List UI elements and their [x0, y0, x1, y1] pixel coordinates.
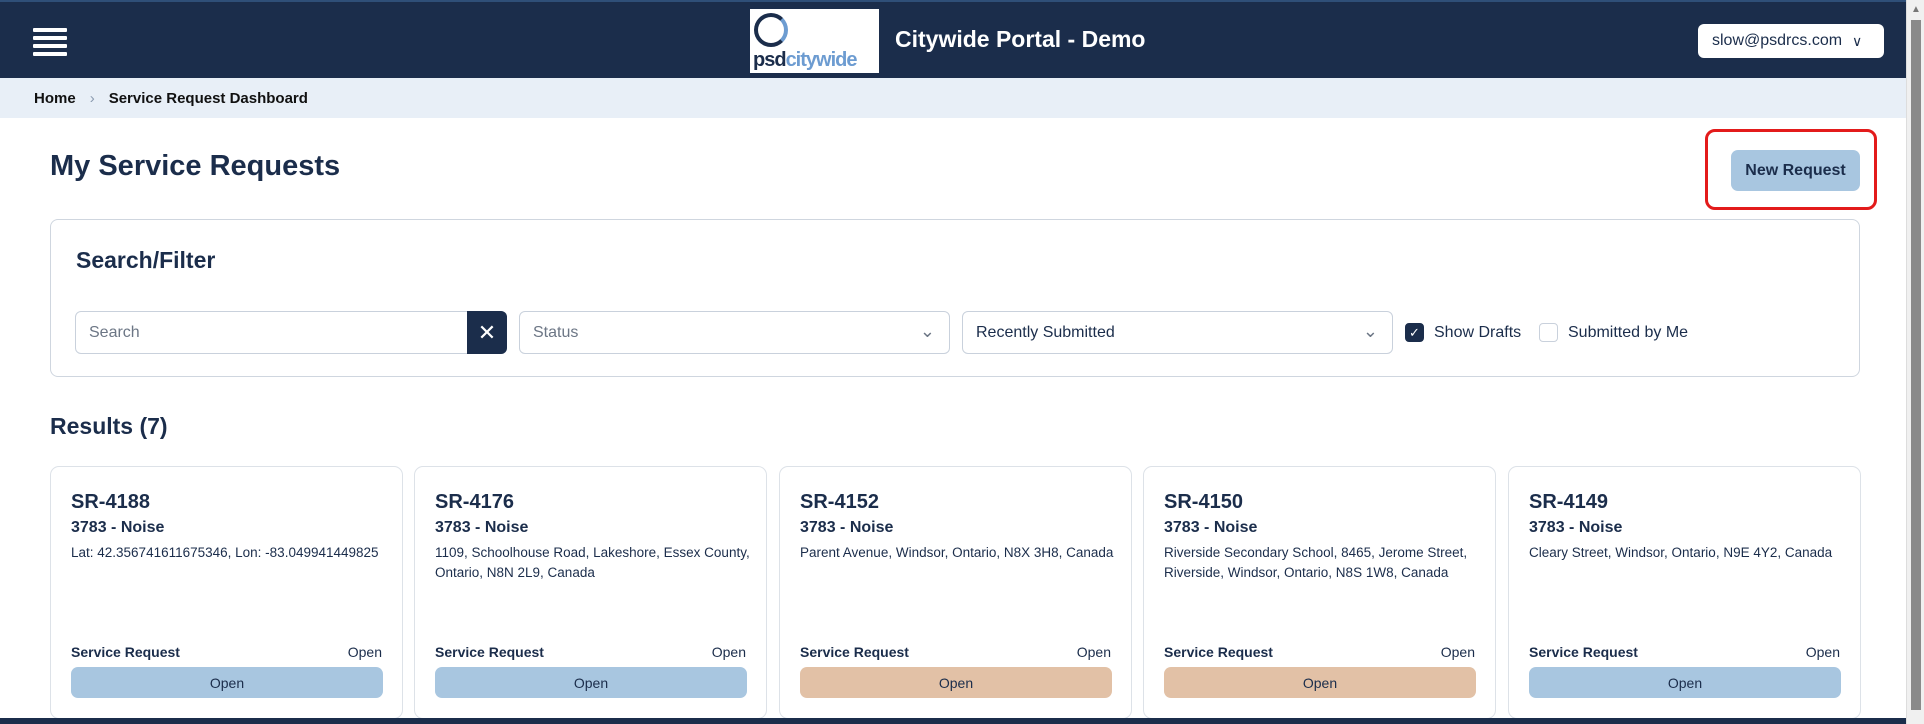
- status-pill: Open: [435, 667, 747, 698]
- filter-title: Search/Filter: [76, 247, 216, 273]
- app-title: Citywide Portal - Demo: [895, 26, 1146, 52]
- checkbox-unchecked-icon: [1539, 323, 1558, 342]
- logo-mark-icon: [754, 13, 788, 47]
- hamburger-menu-icon[interactable]: [33, 28, 67, 56]
- submitted-by-me-label: Submitted by Me: [1568, 323, 1689, 341]
- request-id: SR-4188: [71, 491, 150, 513]
- request-address: Parent Avenue, Windsor, Ontario, N8X 3H8…: [800, 545, 1114, 560]
- logo-text-citywide: citywide: [785, 49, 858, 71]
- request-category: Service Request: [1164, 644, 1273, 660]
- service-request-card[interactable]: SR-4176 3783 - Noise 1109, Schoolhouse R…: [414, 466, 767, 719]
- scrollbar-thumb[interactable]: [1911, 20, 1921, 710]
- request-status: Open: [1076, 644, 1111, 660]
- show-drafts-label: Show Drafts: [1434, 323, 1522, 341]
- chevron-right-icon: ›: [89, 89, 95, 107]
- sort-value: Recently Submitted: [976, 323, 1115, 341]
- sort-select[interactable]: Recently Submitted ⌄: [962, 311, 1393, 354]
- user-menu-dropdown[interactable]: slow@psdrcs.com ∨: [1698, 24, 1884, 58]
- top-header: psdcitywide Citywide Portal - Demo slow@…: [0, 0, 1906, 78]
- search-input[interactable]: Search ✕: [75, 311, 507, 354]
- request-address: Lat: 42.356741611675346, Lon: -83.049941…: [71, 545, 379, 560]
- request-id: SR-4150: [1164, 491, 1243, 513]
- status-pill: Open: [71, 667, 383, 698]
- breadcrumb-home-link[interactable]: Home: [34, 90, 76, 107]
- request-status: Open: [1440, 644, 1475, 660]
- request-id: SR-4152: [800, 491, 879, 513]
- request-status: Open: [1805, 644, 1840, 660]
- request-status: Open: [347, 644, 382, 660]
- request-status: Open: [711, 644, 746, 660]
- vertical-scrollbar[interactable]: ▲: [1906, 0, 1924, 724]
- request-category: Service Request: [1529, 644, 1638, 660]
- new-request-button[interactable]: New Request: [1731, 150, 1860, 191]
- search-placeholder: Search: [89, 323, 140, 341]
- chevron-down-icon: ⌄: [1362, 321, 1378, 341]
- request-type: 3783 - Noise: [71, 519, 165, 536]
- results-heading: Results (7): [50, 413, 168, 439]
- request-address: Riverside Secondary School, 8465, Jerome…: [1164, 545, 1468, 580]
- chevron-down-icon: ∨: [1852, 32, 1863, 49]
- breadcrumb-current: Service Request Dashboard: [108, 89, 308, 107]
- chevron-down-icon: ⌄: [919, 321, 935, 341]
- request-category: Service Request: [800, 644, 909, 660]
- request-type: 3783 - Noise: [1164, 519, 1258, 536]
- user-email: slow@psdrcs.com: [1712, 32, 1843, 49]
- request-category: Service Request: [435, 644, 544, 660]
- status-pill: Open: [800, 667, 1112, 698]
- status-placeholder: Status: [533, 323, 579, 341]
- request-type: 3783 - Noise: [435, 519, 529, 536]
- status-select[interactable]: Status ⌄: [519, 311, 950, 354]
- request-type: 3783 - Noise: [800, 519, 894, 536]
- request-id: SR-4149: [1529, 491, 1608, 513]
- service-request-card[interactable]: SR-4152 3783 - Noise Parent Avenue, Wind…: [779, 466, 1132, 719]
- page-title: My Service Requests: [50, 150, 341, 182]
- breadcrumb: Home › Service Request Dashboard: [0, 78, 1906, 118]
- request-type: 3783 - Noise: [1529, 519, 1623, 536]
- request-address: 1109, Schoolhouse Road, Lakeshore, Essex…: [435, 545, 750, 580]
- scroll-up-icon[interactable]: ▲: [1911, 4, 1921, 15]
- request-category: Service Request: [71, 644, 180, 660]
- show-drafts-checkbox[interactable]: ✓ Show Drafts: [1405, 323, 1521, 342]
- logo-text-psd: psd: [753, 49, 787, 71]
- service-request-card[interactable]: SR-4149 3783 - Noise Cleary Street, Wind…: [1508, 466, 1861, 719]
- clear-search-button[interactable]: ✕: [467, 311, 507, 354]
- submitted-by-me-checkbox[interactable]: Submitted by Me: [1539, 323, 1688, 342]
- checkbox-checked-icon: ✓: [1405, 323, 1424, 342]
- bottom-edge: [0, 718, 1906, 724]
- service-request-card[interactable]: SR-4188 3783 - Noise Lat: 42.35674161167…: [50, 466, 403, 719]
- psd-citywide-logo[interactable]: psdcitywide: [750, 9, 879, 73]
- close-icon: ✕: [477, 319, 497, 345]
- status-pill: Open: [1529, 667, 1841, 698]
- status-pill: Open: [1164, 667, 1476, 698]
- service-request-card[interactable]: SR-4150 3783 - Noise Riverside Secondary…: [1143, 466, 1496, 719]
- request-address: Cleary Street, Windsor, Ontario, N9E 4Y2…: [1529, 545, 1833, 560]
- request-id: SR-4176: [435, 491, 514, 513]
- search-filter-panel: Search/Filter Search ✕ Status ⌄ Recently…: [50, 219, 1860, 377]
